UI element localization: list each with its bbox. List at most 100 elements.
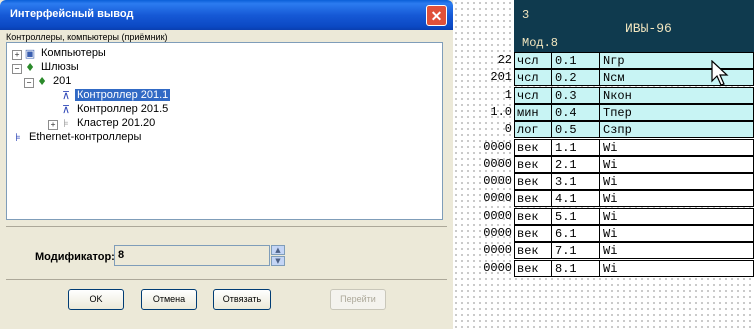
row-name: Tпер [599, 103, 754, 121]
mouse-pointer-icon [711, 60, 729, 86]
collapse-icon[interactable]: − [12, 64, 22, 74]
tree-item-computers[interactable]: ▣ Компьютеры [23, 47, 108, 61]
row-value[interactable]: 0000 [453, 156, 513, 173]
row-value[interactable]: 0000 [453, 225, 513, 242]
device-title: ИВЫ-96 [625, 21, 672, 36]
table-row[interactable]: 0000 век 6.1 Wi [453, 225, 754, 242]
tree-item-label: Контроллер 201.5 [77, 103, 169, 115]
row-type: век [514, 138, 551, 156]
tree-item-label: Компьютеры [41, 47, 106, 59]
row-value[interactable]: 0000 [453, 173, 513, 190]
row-name: Сзпр [599, 121, 754, 139]
row-name: Wi [599, 173, 754, 191]
row-address: 2.1 [551, 155, 599, 173]
ethernet-controller-icon: ⊧ [15, 131, 21, 144]
unbind-button[interactable]: Отвязать [213, 289, 271, 310]
table-row[interactable]: 0000 век 2.1 Wi [453, 155, 754, 173]
divider [6, 226, 447, 227]
row-address: 8.1 [551, 259, 599, 277]
row-name: Wi [599, 259, 754, 277]
dialog-window: Интерфейсный вывод ✕ Контроллеры, компью… [0, 0, 453, 329]
spin-up-icon[interactable]: ▲ [271, 245, 285, 255]
row-value[interactable]: 0000 [453, 190, 513, 207]
row-address: 3.1 [551, 173, 599, 191]
row-value[interactable]: 0000 [453, 208, 513, 225]
row-type: чсл [514, 52, 551, 69]
table-row[interactable]: 0000 век 1.1 Wi [453, 138, 754, 156]
row-address: 0.5 [551, 121, 599, 139]
table-row[interactable]: 1 чсл 0.3 Nкон [453, 86, 754, 104]
row-type: лог [514, 121, 551, 139]
row-value[interactable]: 0000 [453, 260, 513, 277]
gateway-icon: ♦ [37, 75, 47, 88]
table-row[interactable]: 0000 век 4.1 Wi [453, 190, 754, 208]
row-address: 5.1 [551, 207, 599, 225]
row-name: Wi [599, 242, 754, 260]
tree-view[interactable]: ▣ Компьютеры + ♦ Шлюзы − ♦ 201 − ⊼ Контролле… [6, 42, 443, 220]
cancel-button[interactable]: Отмена [141, 289, 197, 310]
tree-item-controller-201-1[interactable]: ⊼ Контроллер 201.1 [59, 89, 171, 103]
row-address: 0.2 [551, 69, 599, 87]
modifier-input[interactable]: 8 [114, 245, 270, 266]
module-label: Мод.8 [522, 36, 559, 50]
ok-button[interactable]: OK [68, 289, 124, 310]
expand-icon[interactable]: + [12, 50, 22, 60]
variable-table: 3 Мод.8 ИВЫ-96 22 чсл 0.1 Nгр 201 чсл 0.2 Nсм 1 ч… [453, 0, 754, 329]
row-value[interactable]: 0000 [453, 139, 513, 156]
table-header: 3 Мод.8 ИВЫ-96 [514, 0, 754, 52]
tree-item-gateway-201[interactable]: ♦ 201 [35, 75, 73, 89]
row-address: 0.4 [551, 103, 599, 121]
row-address: 7.1 [551, 242, 599, 260]
collapse-icon[interactable]: − [24, 78, 34, 88]
row-value[interactable]: 201 [453, 69, 513, 86]
row-name: Wi [599, 190, 754, 208]
tree-item-label: Кластер 201.20 [77, 117, 156, 129]
tree-item-gateways[interactable]: ♦ Шлюзы [23, 61, 81, 75]
table-row[interactable]: 1.0 мин 0.4 Tпер [453, 103, 754, 121]
go-button[interactable]: Перейти [330, 289, 386, 310]
row-name: Wi [599, 138, 754, 156]
tree-item-controller-201-5[interactable]: ⊼ Контроллер 201.5 [59, 103, 170, 117]
row-type: век [514, 259, 551, 277]
table-row[interactable]: 0 лог 0.5 Сзпр [453, 121, 754, 139]
row-address: 6.1 [551, 225, 599, 242]
table-row[interactable]: 201 чсл 0.2 Nсм [453, 69, 754, 87]
expand-icon[interactable]: + [48, 120, 58, 130]
tree-item-ethernet-controllers[interactable]: ⊧ Ethernet-контроллеры [11, 131, 143, 145]
row-name: Wi [599, 207, 754, 225]
table-row[interactable]: 0000 век 7.1 Wi [453, 242, 754, 260]
controller-icon: ⊼ [61, 89, 71, 102]
spin-down-icon[interactable]: ▼ [271, 256, 285, 266]
row-type: век [514, 242, 551, 260]
controller-icon: ⊼ [61, 103, 71, 116]
title-bar[interactable]: Интерфейсный вывод ✕ [0, 0, 453, 30]
row-value[interactable]: 0 [453, 121, 513, 138]
row-value[interactable]: 22 [453, 52, 513, 69]
table-row[interactable]: 22 чсл 0.1 Nгр [453, 52, 754, 69]
row-type: век [514, 225, 551, 242]
row-type: век [514, 207, 551, 225]
gateway-icon: ♦ [25, 61, 35, 74]
modifier-label: Модификатор: [35, 251, 115, 263]
row-type: век [514, 173, 551, 191]
row-value[interactable]: 0000 [453, 242, 513, 259]
tree-item-label: Шлюзы [41, 61, 79, 73]
group-caption: Контроллеры, компьютеры (приёмник) [6, 32, 168, 42]
close-button[interactable]: ✕ [426, 5, 447, 26]
row-type: век [514, 190, 551, 208]
row-value[interactable]: 1 [453, 87, 513, 104]
tree-item-label: 201 [53, 75, 72, 87]
table-row[interactable]: 0000 век 3.1 Wi [453, 173, 754, 191]
table-row[interactable]: 0000 век 5.1 Wi [453, 207, 754, 225]
row-address: 0.3 [551, 86, 599, 104]
row-name: Nкон [599, 86, 754, 104]
tree-item-cluster-201-20[interactable]: ⊧ Кластер 201.20 [59, 117, 157, 131]
tree-item-label: Контроллер 201.1 [75, 89, 171, 101]
modifier-spinner: ▲ ▼ [271, 245, 285, 266]
channel-number: 3 [522, 8, 530, 22]
row-type: чсл [514, 86, 551, 104]
table-row[interactable]: 0000 век 8.1 Wi [453, 259, 754, 277]
computer-icon: ▣ [24, 47, 36, 60]
row-address: 0.1 [551, 52, 599, 69]
row-value[interactable]: 1.0 [453, 104, 513, 121]
